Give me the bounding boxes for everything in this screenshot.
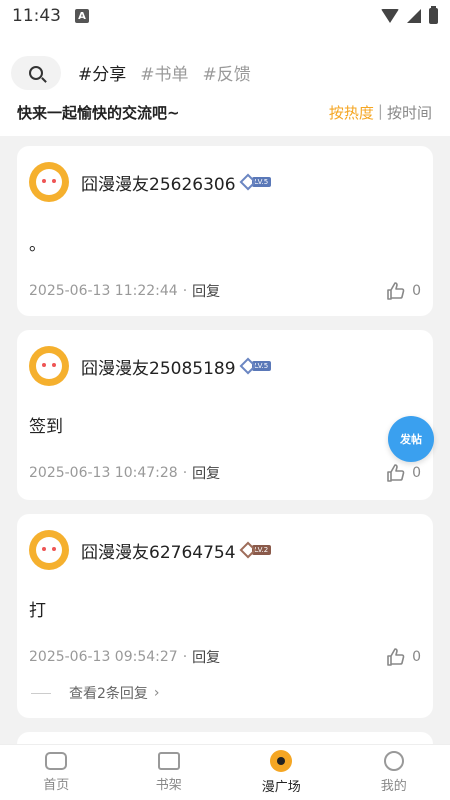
page-subtitle: 快来一起愉快的交流吧~ (17, 104, 180, 122)
level-badge: LV.2 (239, 541, 272, 559)
tab-share[interactable]: #分享 (78, 60, 126, 85)
post-meta: 2025-06-13 09:54:27 · 回复 0 (17, 647, 433, 667)
profile-face-icon (383, 751, 404, 771)
signal-icon (407, 9, 421, 23)
post-content: 打 (29, 601, 46, 621)
meta-dot: · (182, 649, 188, 665)
post-header: 囧漫漫友25085189 LV.5 (17, 330, 433, 386)
like-count: 0 (412, 465, 421, 481)
thumbs-up-icon (386, 463, 406, 483)
topic-tabs: #分享 #书单 #反馈 (78, 60, 251, 85)
view-replies-label: 查看2条回复 (69, 686, 148, 702)
post-card[interactable]: 囧漫漫友62764754 LV.2 打 2025-06-13 09:54:27 … (17, 514, 433, 718)
sort-toggle: 按热度 | 按时间 (329, 102, 432, 123)
avatar[interactable] (29, 162, 69, 202)
nav-comic-square[interactable]: 漫广场 (225, 745, 338, 800)
tab-booklist[interactable]: #书单 (140, 60, 188, 85)
divider (31, 692, 51, 694)
like-button[interactable]: 0 (386, 647, 421, 667)
post-time: 2025-06-13 09:54:27 (29, 649, 178, 665)
sort-by-hot[interactable]: 按热度 (329, 102, 374, 123)
like-count: 0 (412, 283, 421, 299)
reply-button[interactable]: 回复 (192, 463, 220, 483)
new-post-label: 发帖 (400, 433, 422, 446)
battery-icon (429, 6, 438, 24)
nav-bookshelf-label: 书架 (155, 778, 182, 793)
notification-icon: A (75, 9, 89, 23)
username[interactable]: 囧漫漫友25626306 (81, 170, 236, 195)
post-meta: 2025-06-13 10:47:28 · 回复 0 (17, 463, 433, 483)
post-time: 2025-06-13 10:47:28 (29, 465, 178, 481)
username[interactable]: 囧漫漫友25085189 (81, 354, 236, 379)
thumbs-up-icon (386, 281, 406, 301)
bookshelf-icon (157, 752, 180, 770)
post-meta: 2025-06-13 11:22:44 · 回复 0 (17, 281, 433, 301)
level-badge: LV.5 (239, 357, 272, 375)
post-card[interactable]: 囧漫漫友25085189 LV.5 签到 2025-06-13 10:47:28… (17, 330, 433, 500)
like-count: 0 (412, 649, 421, 665)
level-badge: LV.5 (239, 173, 272, 191)
nav-me-label: 我的 (380, 779, 407, 794)
avatar-face-icon (36, 537, 62, 563)
avatar-face-icon (36, 169, 62, 195)
post-header: 囧漫漫友62764754 LV.2 (17, 514, 433, 570)
avatar[interactable] (29, 346, 69, 386)
nav-comic-square-label: 漫广场 (261, 780, 301, 795)
nav-home-label: 首页 (43, 778, 70, 793)
meta-dot: · (182, 465, 188, 481)
wifi-icon (381, 9, 399, 23)
status-icons (381, 6, 438, 24)
reply-button[interactable]: 回复 (192, 647, 220, 667)
post-card[interactable]: 囧漫漫友25626306 LV.5 。 2025-06-13 11:22:44 … (17, 146, 433, 316)
username[interactable]: 囧漫漫友62764754 (81, 538, 236, 563)
post-header: 囧漫漫友25626306 LV.5 (17, 146, 433, 202)
search-icon (29, 66, 43, 80)
status-time: 11:43 (12, 6, 61, 26)
like-button[interactable]: 0 (386, 281, 421, 301)
header: #分享 #书单 #反馈 快来一起愉快的交流吧~ 按热度 | 按时间 (0, 32, 450, 136)
sort-separator: | (377, 102, 383, 120)
meta-dot: · (182, 283, 188, 299)
bottom-nav: 首页 书架 漫广场 我的 (0, 744, 450, 800)
square-icon (270, 750, 293, 772)
new-post-button[interactable]: 发帖 (388, 416, 434, 462)
reply-button[interactable]: 回复 (192, 281, 220, 301)
avatar[interactable] (29, 530, 69, 570)
status-bar: 11:43 A (0, 0, 450, 32)
nav-bookshelf[interactable]: 书架 (113, 745, 226, 800)
tv-icon (45, 752, 68, 770)
like-button[interactable]: 0 (386, 463, 421, 483)
chevron-right-icon: › (153, 685, 160, 701)
nav-home[interactable]: 首页 (0, 745, 113, 800)
search-button[interactable] (11, 56, 61, 90)
nav-me[interactable]: 我的 (338, 745, 450, 800)
post-time: 2025-06-13 11:22:44 (29, 283, 178, 299)
avatar-face-icon (36, 353, 62, 379)
post-feed: 囧漫漫友25626306 LV.5 。 2025-06-13 11:22:44 … (17, 146, 433, 786)
thumbs-up-icon (386, 647, 406, 667)
post-content: 。 (29, 235, 46, 255)
sort-by-time[interactable]: 按时间 (387, 102, 432, 123)
view-replies-link[interactable]: 查看2条回复 › (17, 683, 433, 703)
tab-feedback[interactable]: #反馈 (203, 60, 251, 85)
post-content: 签到 (29, 417, 63, 437)
